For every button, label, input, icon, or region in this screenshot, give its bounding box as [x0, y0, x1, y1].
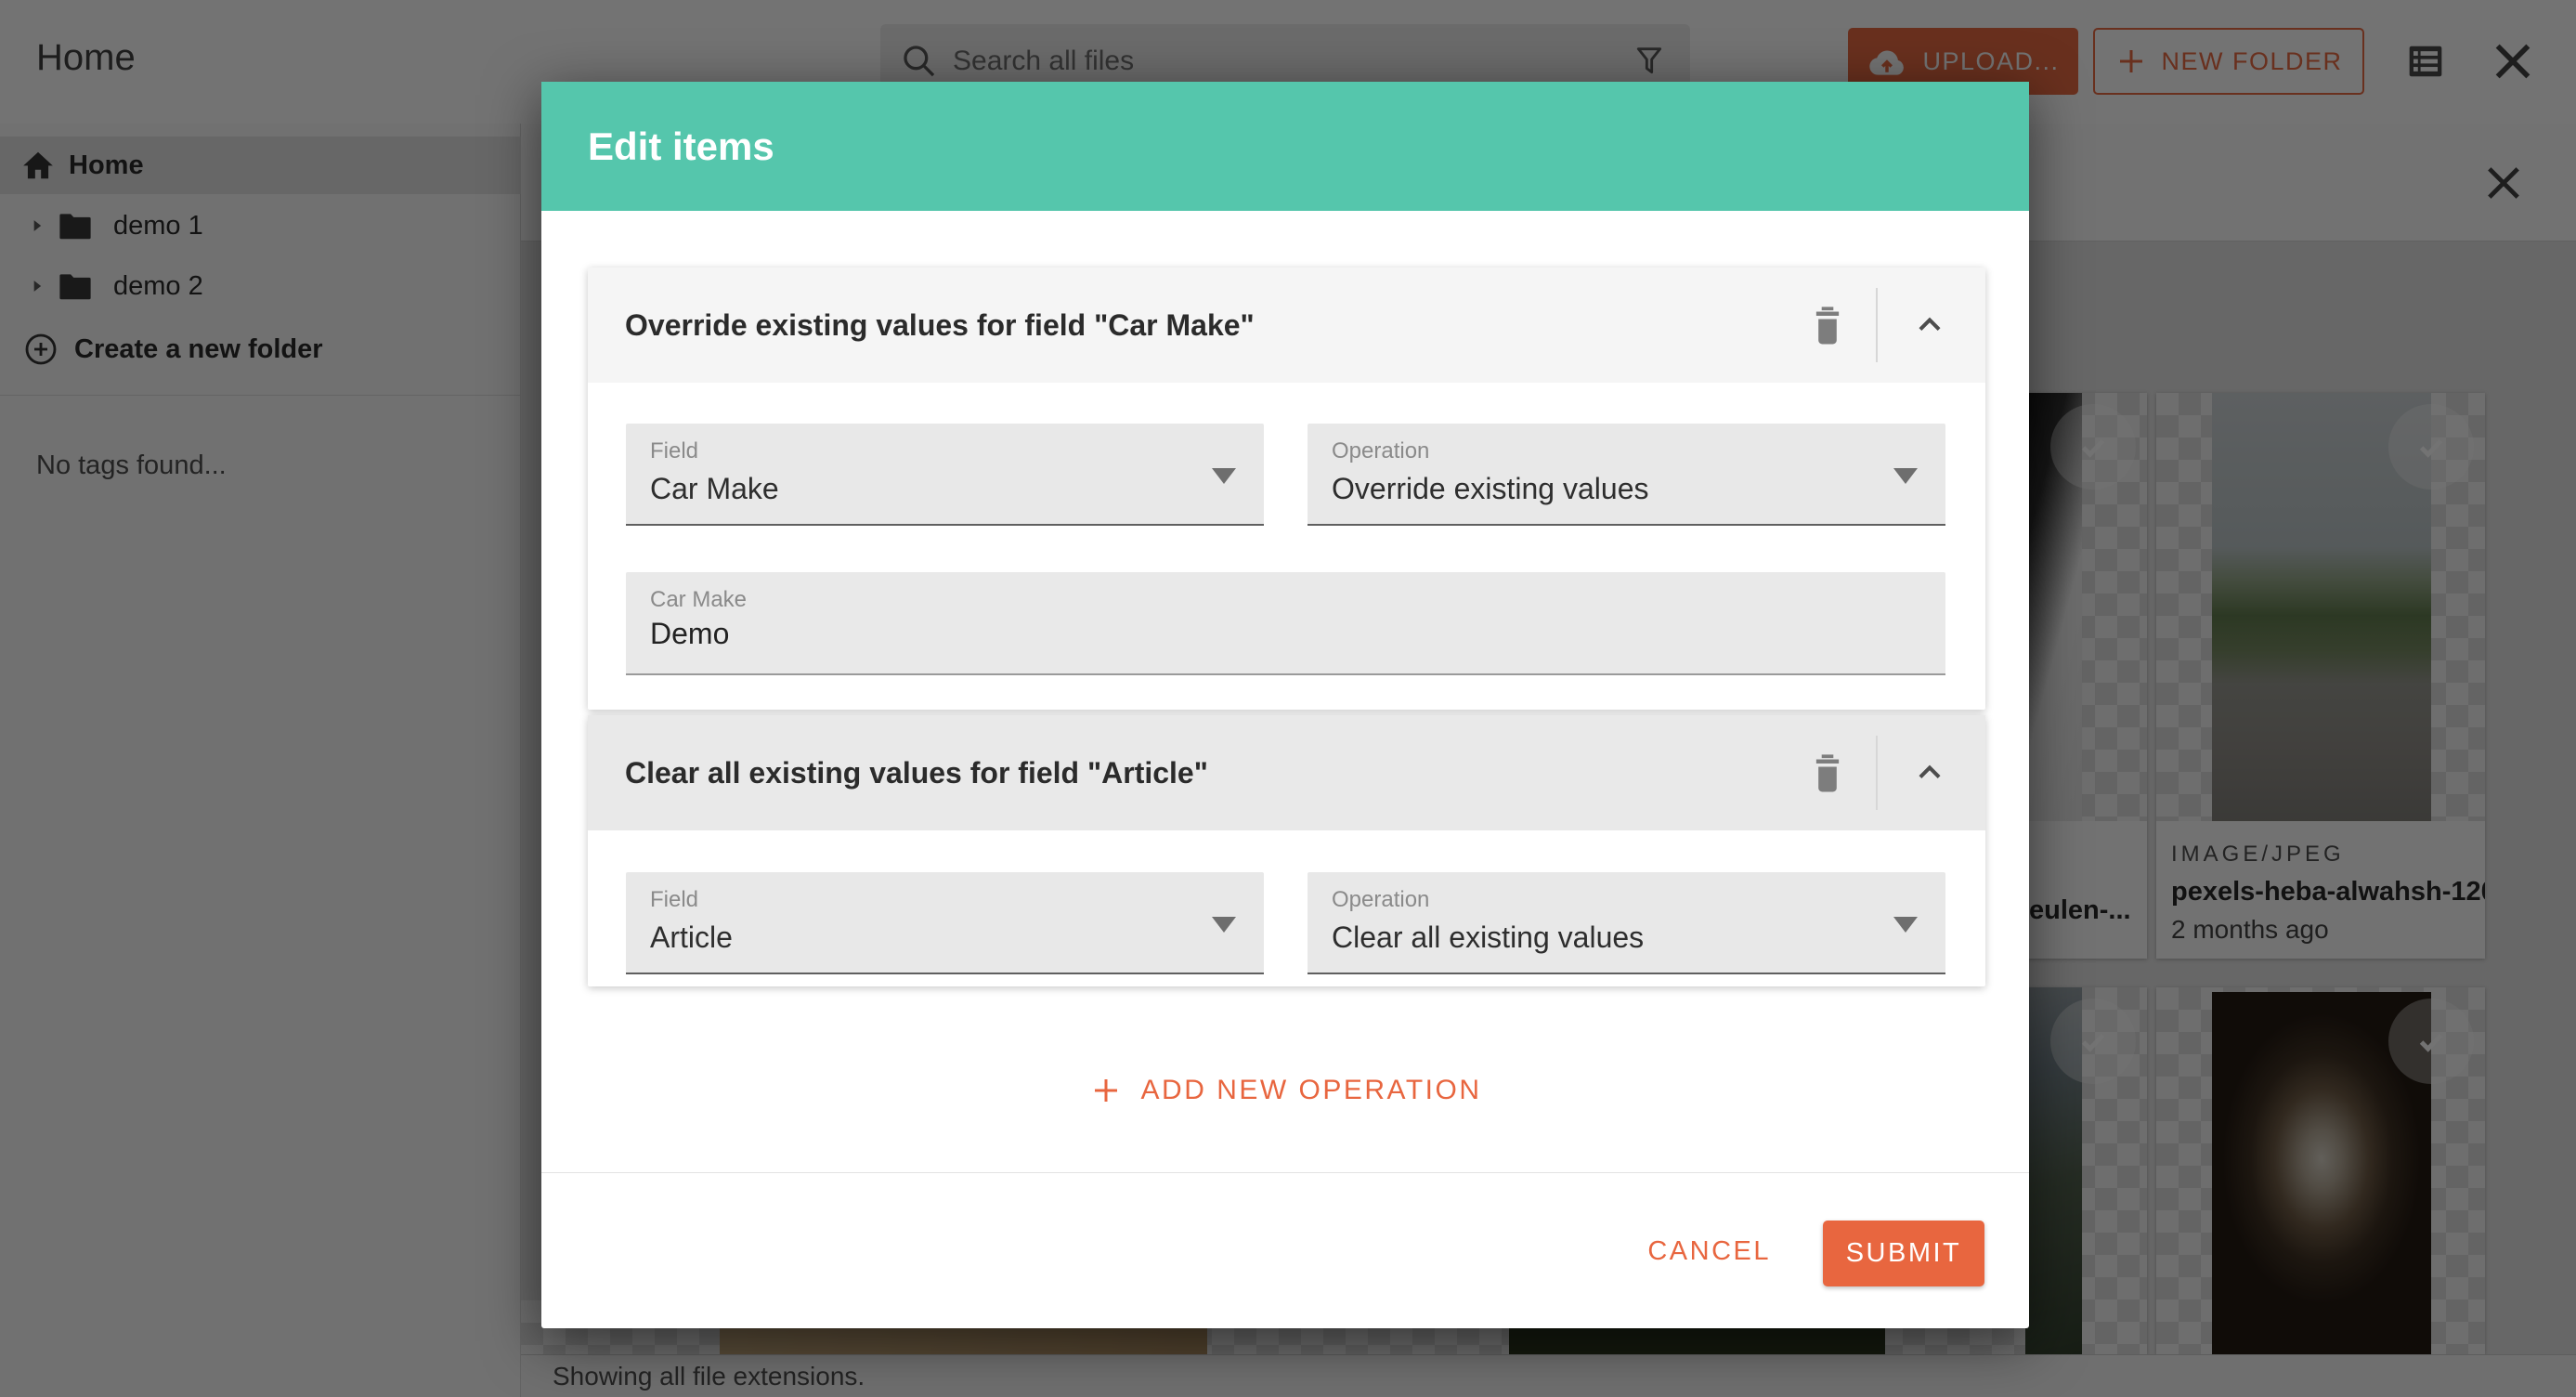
operation-title: Clear all existing values for field "Art…: [625, 715, 1208, 830]
chevron-up-icon[interactable]: [1907, 305, 1952, 346]
operation-select-value: Override existing values: [1332, 472, 1648, 506]
dropdown-arrow-icon: [1212, 917, 1236, 933]
modal-footer: CANCEL SUBMIT: [541, 1172, 2029, 1328]
chevron-up-icon[interactable]: [1907, 752, 1952, 793]
value-field[interactable]: Car Make: [626, 572, 1945, 675]
add-new-operation-label: ADD NEW OPERATION: [1141, 1075, 1482, 1106]
field-select-label: Field: [650, 438, 698, 464]
add-new-operation-button[interactable]: ADD NEW OPERATION: [541, 1053, 2029, 1128]
modal-title: Edit items: [588, 82, 774, 211]
operation-select[interactable]: Operation Clear all existing values: [1308, 872, 1945, 974]
header-divider: [1876, 736, 1878, 810]
field-select[interactable]: Field Car Make: [626, 424, 1264, 526]
header-divider: [1876, 288, 1878, 362]
operation-card: Override existing values for field "Car …: [588, 268, 1985, 710]
modal-header: Edit items: [541, 82, 2029, 211]
dropdown-arrow-icon: [1893, 468, 1918, 484]
value-input[interactable]: [650, 617, 1913, 651]
operation-select-label: Operation: [1332, 887, 1429, 913]
field-select-value: Car Make: [650, 472, 779, 506]
field-select-label: Field: [650, 887, 698, 913]
field-select[interactable]: Field Article: [626, 872, 1264, 974]
field-select-value: Article: [650, 920, 733, 955]
value-field-label: Car Make: [650, 587, 747, 613]
screen: Home UPLOAD... NEW FOLDER: [0, 0, 2576, 1397]
plus-icon: [1089, 1074, 1123, 1107]
operation-select-label: Operation: [1332, 438, 1429, 464]
dropdown-arrow-icon: [1212, 468, 1236, 484]
operation-card-header: Clear all existing values for field "Art…: [588, 715, 1985, 830]
submit-button[interactable]: SUBMIT: [1823, 1221, 1984, 1286]
operation-select[interactable]: Operation Override existing values: [1308, 424, 1945, 526]
edit-items-modal: Edit items Override existing values for …: [541, 82, 2029, 1328]
operation-select-value: Clear all existing values: [1332, 920, 1644, 955]
operation-title: Override existing values for field "Car …: [625, 268, 1255, 383]
cancel-button[interactable]: CANCEL: [1629, 1218, 1789, 1285]
operation-card: Clear all existing values for field "Art…: [588, 715, 1985, 986]
operation-card-header: Override existing values for field "Car …: [588, 268, 1985, 383]
delete-operation-icon[interactable]: [1802, 747, 1854, 799]
delete-operation-icon[interactable]: [1802, 299, 1854, 351]
dropdown-arrow-icon: [1893, 917, 1918, 933]
